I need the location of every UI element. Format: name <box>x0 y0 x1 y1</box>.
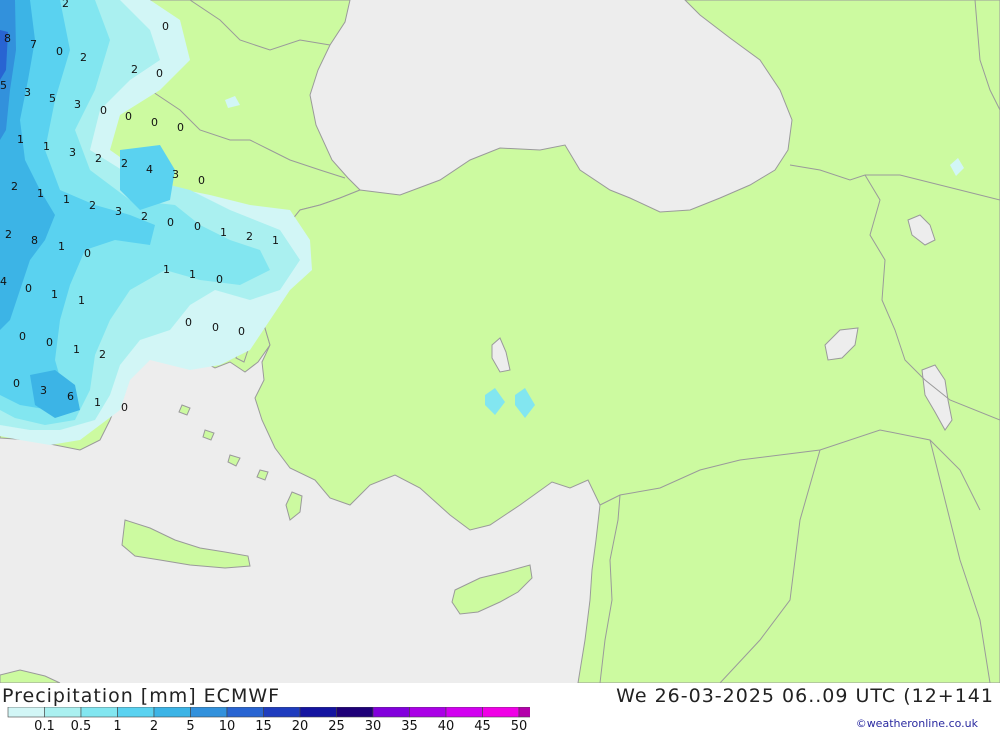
value-label: 1 <box>189 268 196 281</box>
value-label: 0 <box>162 20 169 33</box>
value-label: 1 <box>163 263 170 276</box>
legend-swatch <box>153 707 191 718</box>
legend-tick-label: 30 <box>365 719 382 733</box>
legend-tick-label: 45 <box>474 719 491 733</box>
value-label: 3 <box>115 205 122 218</box>
value-label: 8 <box>31 234 38 247</box>
value-label: 0 <box>156 67 163 80</box>
value-label: 2 <box>5 228 12 241</box>
legend-tick-label: 2 <box>150 719 158 733</box>
legend-tick-label: 50 <box>511 719 528 733</box>
legend-swatch <box>80 707 118 718</box>
legend-tick-label: 10 <box>219 719 236 733</box>
value-label: 1 <box>220 226 227 239</box>
value-label: 0 <box>216 273 223 286</box>
value-label: 1 <box>272 234 279 247</box>
legend-tick-label: 0.1 <box>34 719 55 733</box>
value-label: 1 <box>58 240 65 253</box>
legend-tick-label: 35 <box>401 719 418 733</box>
value-label: 5 <box>0 79 7 92</box>
value-label: 0 <box>238 325 245 338</box>
legend-swatch <box>299 707 337 718</box>
value-label: 1 <box>73 343 80 356</box>
value-label: 2 <box>11 180 18 193</box>
value-label: 0 <box>100 104 107 117</box>
forecast-timestamp: We 26-03-2025 06..09 UTC (12+141 <box>616 685 994 707</box>
value-label: 0 <box>167 216 174 229</box>
legend-tick-label: 25 <box>328 719 345 733</box>
legend-swatch <box>190 707 228 718</box>
legend-swatch <box>482 707 520 718</box>
credit-link[interactable]: ©weatheronline.co.uk <box>856 717 978 730</box>
legend-swatch <box>445 707 483 718</box>
value-label: 3 <box>172 168 179 181</box>
value-label: 4 <box>146 163 153 176</box>
legend-swatch <box>518 707 530 718</box>
legend-tick-label: 5 <box>186 719 194 733</box>
value-label: 1 <box>43 140 50 153</box>
value-label: 8 <box>4 32 11 45</box>
legend-tick-label: 15 <box>255 719 272 733</box>
value-label: 5 <box>49 92 56 105</box>
value-label: 2 <box>99 348 106 361</box>
value-label: 1 <box>17 133 24 146</box>
value-label: 0 <box>13 377 20 390</box>
value-label: 1 <box>37 187 44 200</box>
legend-swatch <box>263 707 301 718</box>
legend-swatch <box>7 707 45 718</box>
value-label: 3 <box>40 384 47 397</box>
value-label: 1 <box>51 288 58 301</box>
value-label: 0 <box>151 116 158 129</box>
value-label: 2 <box>62 0 69 10</box>
map-footer: Precipitation [mm] ECMWF We 26-03-2025 0… <box>0 683 1000 733</box>
value-label: 1 <box>63 193 70 206</box>
value-label: 2 <box>80 51 87 64</box>
legend-swatch <box>409 707 447 718</box>
value-label: 3 <box>74 98 81 111</box>
value-label: 7 <box>30 38 37 51</box>
value-label: 0 <box>194 220 201 233</box>
legend-swatch <box>226 707 264 718</box>
value-label: 2 <box>89 199 96 212</box>
legend-swatch <box>372 707 410 718</box>
legend-swatch <box>336 707 374 718</box>
value-label: 2 <box>95 152 102 165</box>
legend-tick-label: 1 <box>113 719 121 733</box>
legend-swatch <box>117 707 155 718</box>
value-label: 0 <box>84 247 91 260</box>
value-label: 3 <box>69 146 76 159</box>
value-label: 1 <box>78 294 85 307</box>
value-label: 2 <box>131 63 138 76</box>
value-label: 0 <box>212 321 219 334</box>
value-label: 1 <box>94 396 101 409</box>
map-title: Precipitation [mm] ECMWF <box>2 685 281 707</box>
color-scale-legend: 0.1 0.5 1 2 5 10 15 20 25 30 35 40 45 50 <box>7 707 530 733</box>
value-label: 0 <box>56 45 63 58</box>
value-label: 0 <box>198 174 205 187</box>
value-label: 4 <box>0 275 7 288</box>
value-label: 0 <box>46 336 53 349</box>
value-label: 0 <box>121 401 128 414</box>
legend-tick-label: 0.5 <box>71 719 92 733</box>
value-label: 2 <box>141 210 148 223</box>
legend-tick-label: 40 <box>438 719 455 733</box>
value-label: 0 <box>19 330 26 343</box>
value-label: 2 <box>246 230 253 243</box>
legend-swatch <box>44 707 82 718</box>
value-label: 0 <box>185 316 192 329</box>
value-label: 2 <box>121 157 128 170</box>
legend-tick-label: 20 <box>292 719 309 733</box>
value-label: 6 <box>67 390 74 403</box>
precipitation-map: 2 0 8 7 0 2 2 0 5 3 5 3 0 0 0 0 1 1 3 2 … <box>0 0 1000 683</box>
value-label: 0 <box>25 282 32 295</box>
value-label: 3 <box>24 86 31 99</box>
value-label: 0 <box>177 121 184 134</box>
value-label: 0 <box>125 110 132 123</box>
